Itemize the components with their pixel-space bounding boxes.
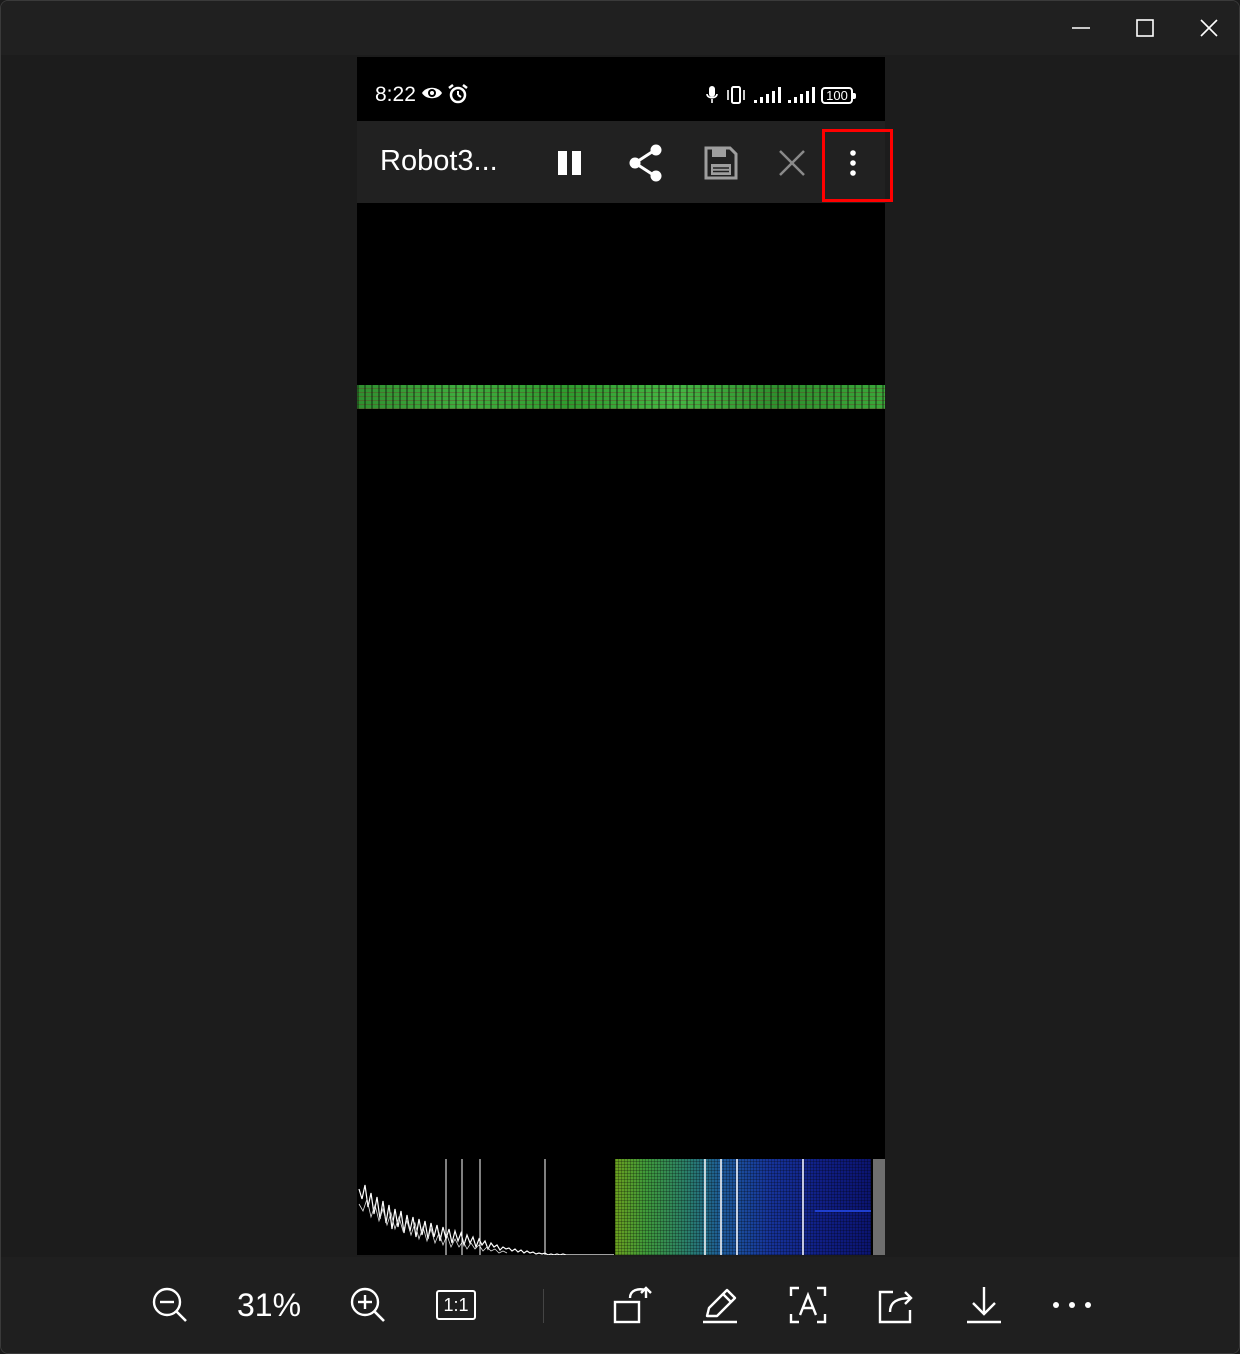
more-options-button[interactable] — [1044, 1279, 1100, 1331]
eye-icon — [422, 87, 442, 99]
signal-icon — [788, 87, 815, 103]
app-toolbar: Robot3... — [357, 121, 885, 203]
rotate-button[interactable] — [605, 1279, 661, 1331]
text-recognition-icon — [789, 1286, 827, 1324]
scrollbar-thumb[interactable] — [873, 1159, 885, 1255]
status-time: 8:22 — [375, 83, 416, 106]
edit-icon — [703, 1288, 737, 1324]
zoom-level: 31% — [236, 1287, 302, 1323]
close-window-button[interactable] — [1177, 1, 1239, 55]
alarm-icon — [448, 84, 468, 104]
close-icon — [779, 150, 805, 176]
highlight-box — [822, 129, 893, 202]
save-icon — [704, 146, 738, 180]
spectrum-plot — [358, 1159, 614, 1255]
actual-size-label: 1:1 — [443, 1295, 469, 1315]
save-button[interactable] — [693, 137, 749, 189]
zoom-in-button[interactable] — [340, 1279, 396, 1331]
edit-button[interactable] — [692, 1279, 748, 1331]
close-icon — [1200, 19, 1218, 37]
toolbar-separator — [543, 1289, 544, 1323]
actual-size-button[interactable]: 1:1 — [428, 1279, 484, 1331]
phone-status-bar: 8:22 100 — [357, 57, 885, 121]
zoom-out-button[interactable] — [142, 1279, 198, 1331]
spectrum-display — [357, 1159, 885, 1255]
share-icon — [878, 1290, 913, 1324]
pause-button[interactable] — [542, 137, 598, 189]
maximize-icon — [1136, 19, 1154, 37]
screenshot-image: 8:22 100 Robot3... — [357, 57, 885, 1255]
mic-icon — [706, 86, 718, 103]
app-title: Robot3... — [380, 145, 498, 177]
zoom-in-icon — [350, 1287, 385, 1322]
more-horizontal-icon — [1053, 1302, 1091, 1308]
text-recognition-button[interactable] — [780, 1279, 836, 1331]
actual-size-icon: 1:1 — [436, 1290, 476, 1320]
waterfall-lines — [704, 1159, 871, 1255]
battery-indicator: 100 — [821, 86, 856, 104]
zoom-out-icon — [152, 1287, 187, 1322]
vibrate-icon — [727, 86, 745, 104]
title-bar — [1, 1, 1239, 55]
photo-viewer-window: 8:22 100 Robot3... 31% 1:1 — [0, 0, 1240, 1354]
viewer-toolbar: 31% 1:1 — [1, 1257, 1239, 1353]
close-button[interactable] — [764, 137, 820, 189]
minimize-icon — [1072, 27, 1090, 29]
share-button[interactable] — [618, 137, 674, 189]
share-button[interactable] — [868, 1279, 924, 1331]
signal-icon — [754, 87, 781, 103]
download-button[interactable] — [956, 1279, 1012, 1331]
minimize-button[interactable] — [1049, 1, 1113, 55]
share-icon — [629, 144, 662, 182]
waterfall-display — [615, 1159, 871, 1255]
download-icon — [967, 1287, 1001, 1324]
pause-icon — [558, 151, 581, 175]
signal-noise-band — [357, 385, 885, 409]
rotate-icon — [613, 1286, 652, 1324]
maximize-button[interactable] — [1113, 1, 1177, 55]
